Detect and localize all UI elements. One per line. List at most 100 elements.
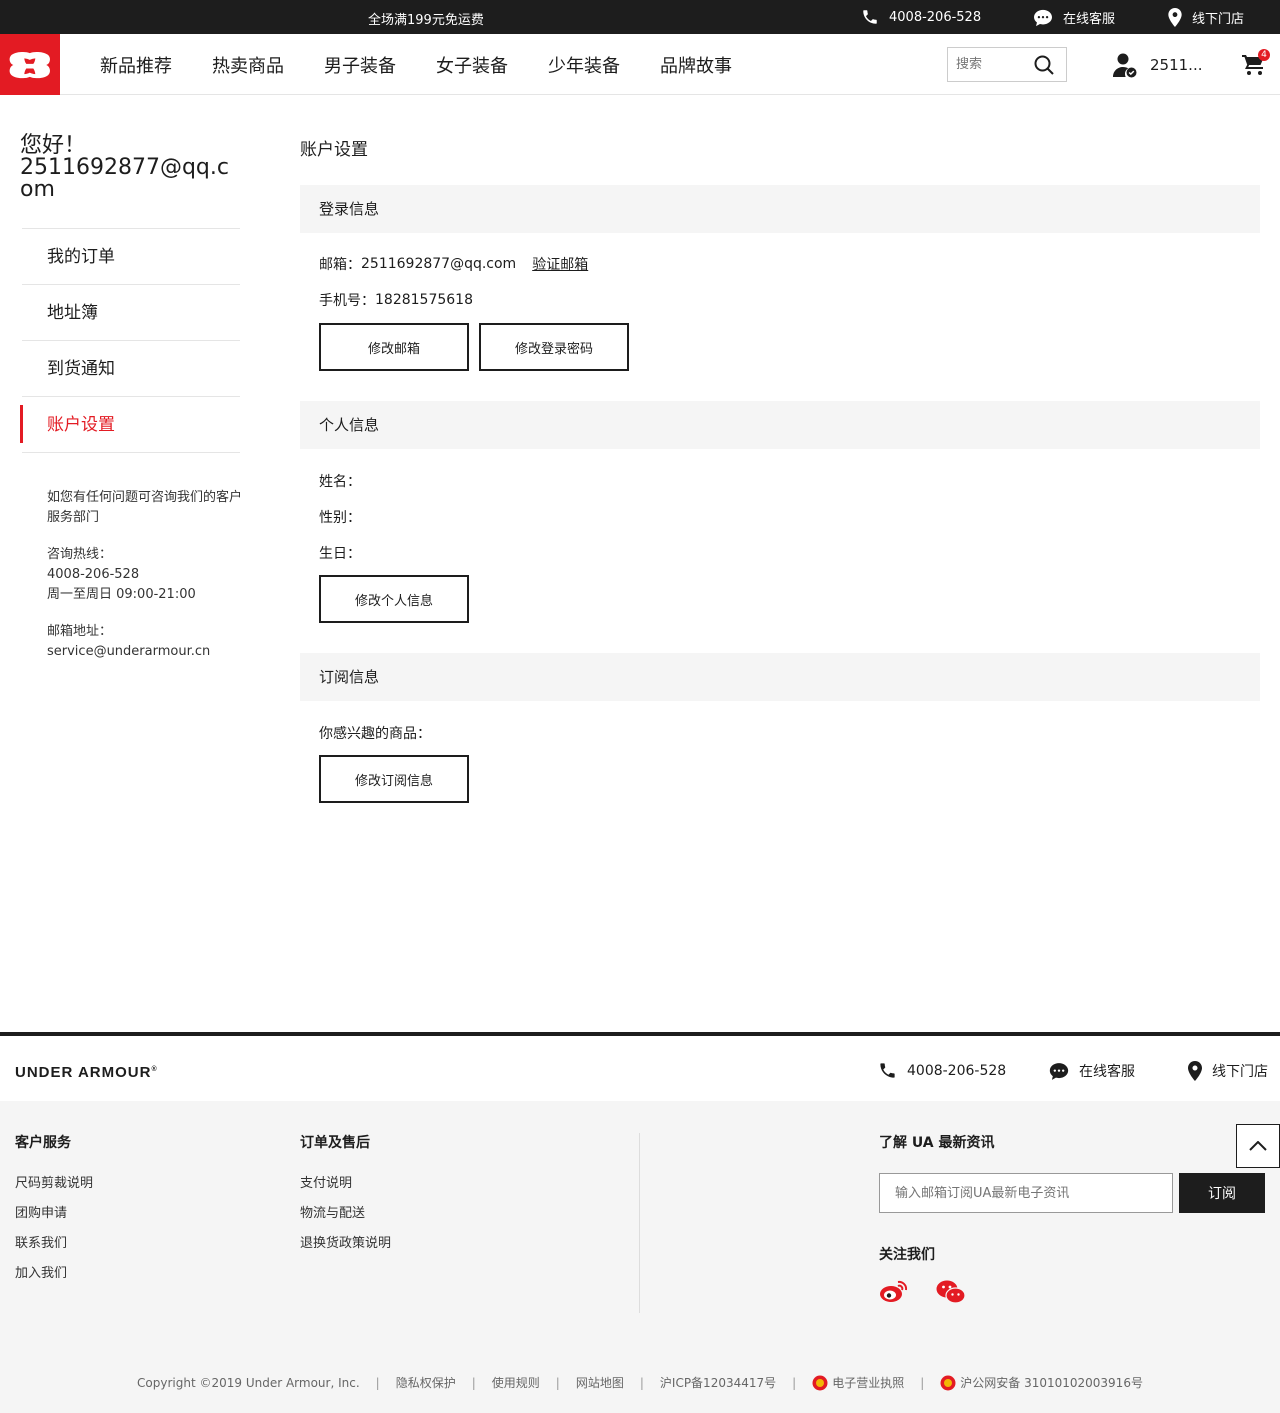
user-greeting: 您好！ 2511692877@qq.com: [20, 135, 240, 201]
edit-personal-info-button[interactable]: 修改个人信息: [319, 575, 469, 623]
copyright-bar: Copyright ©2019 Under Armour, Inc. | 隐私权…: [0, 1374, 1280, 1391]
edit-subscription-button[interactable]: 修改订阅信息: [319, 755, 469, 803]
footer-online-service-label: 在线客服: [1079, 1064, 1135, 1080]
topbar-stores-label: 线下门店: [1192, 12, 1245, 27]
nav-links: 新品推荐 热卖商品 男子装备 女子装备 少年装备 品牌故事: [100, 52, 732, 78]
topbar-online-service-label: 在线客服: [1063, 12, 1116, 27]
newsletter-title: 了解 UA 最新资讯: [879, 1135, 995, 1151]
subscribe-button[interactable]: 订阅: [1179, 1173, 1265, 1213]
footer-stores[interactable]: 线下门店: [1188, 1061, 1268, 1081]
verify-email-link[interactable]: 验证邮箱: [532, 254, 588, 274]
main-nav: 新品推荐 热卖商品 男子装备 女子装备 少年装备 品牌故事 2511... 4: [0, 34, 1280, 95]
gender-label: 性别：: [319, 510, 361, 526]
back-to-top-button[interactable]: [1236, 1124, 1280, 1168]
user-name[interactable]: 2511...: [1150, 56, 1202, 74]
footer-link-public-security[interactable]: 沪公网安备 31010102003916号: [940, 1374, 1143, 1391]
search-input[interactable]: [948, 48, 1028, 81]
email-value: 2511692877@qq.com: [361, 256, 517, 272]
footer-link-sitemap[interactable]: 网站地图: [576, 1374, 624, 1391]
phone-icon: [880, 1063, 895, 1078]
birthday-label: 生日：: [319, 546, 361, 562]
account-side-menu: 我的订单 地址簿 到货通知 账户设置: [20, 228, 240, 453]
topbar-online-service[interactable]: 在线客服: [1033, 8, 1115, 27]
sidebar-item-account-settings[interactable]: 账户设置: [20, 397, 240, 453]
help-text: 如您有任何问题可咨询我们的客户服务部门: [47, 490, 243, 525]
footer-col-orders: 订单及售后 支付说明 物流与配送 退换货政策说明: [300, 1132, 391, 1262]
footer-link-icp[interactable]: 沪ICP备12034417号: [660, 1374, 776, 1391]
footer-divider: [639, 1133, 640, 1313]
wechat-icon: [936, 1280, 966, 1304]
phone-field: 手机号： 18281575618: [319, 290, 473, 310]
wechat-link[interactable]: [936, 1279, 966, 1309]
registered-mark: ®: [151, 1066, 158, 1073]
footer-link-group-buy[interactable]: 团购申请: [15, 1202, 93, 1232]
footer-link-shipping[interactable]: 物流与配送: [300, 1202, 391, 1232]
sidebar-item-address-book[interactable]: 地址簿: [22, 285, 240, 341]
footer-col-title: 订单及售后: [300, 1135, 370, 1151]
separator: |: [792, 1375, 797, 1390]
footer-col-title: 客户服务: [15, 1135, 71, 1151]
nav-item-youth[interactable]: 少年装备: [548, 52, 620, 78]
weibo-icon: [880, 1280, 908, 1302]
separator: |: [471, 1375, 476, 1390]
cart-button[interactable]: 4: [1242, 49, 1270, 80]
newsletter-email-input[interactable]: [879, 1173, 1173, 1213]
user-account[interactable]: 2511...: [1112, 52, 1202, 78]
nav-item-hot[interactable]: 热卖商品: [212, 52, 284, 78]
footer-main: 客户服务 尺码剪裁说明 团购申请 联系我们 加入我们 订单及售后 支付说明 物流…: [0, 1101, 1280, 1413]
footer-link-business-license[interactable]: 电子营业执照: [812, 1374, 904, 1391]
footer-online-service[interactable]: 在线客服: [1049, 1061, 1135, 1081]
email-field: 邮箱： 2511692877@qq.com 验证邮箱: [319, 254, 588, 274]
nav-item-women[interactable]: 女子装备: [436, 52, 508, 78]
sidebar-item-orders[interactable]: 我的订单: [22, 229, 240, 285]
topbar-phone[interactable]: 4008-206-528: [861, 8, 981, 26]
mail-label: 邮箱地址：: [47, 624, 113, 639]
chevron-up-icon: [1249, 1141, 1267, 1151]
email-label: 邮箱：: [319, 257, 361, 273]
change-password-button[interactable]: 修改登录密码: [479, 323, 629, 371]
weibo-link[interactable]: [879, 1279, 909, 1307]
sidebar-item-arrival-notice[interactable]: 到货通知: [22, 341, 240, 397]
search-box: [947, 47, 1067, 82]
ua-logo[interactable]: [0, 34, 60, 95]
nav-item-new[interactable]: 新品推荐: [100, 52, 172, 78]
customer-service-info: 如您有任何问题可咨询我们的客户服务部门 咨询热线： 4008-206-528 周…: [47, 488, 242, 679]
police-emblem-icon: [940, 1375, 956, 1390]
interest-label: 你感兴趣的商品：: [319, 726, 431, 742]
footer-link-privacy[interactable]: 隐私权保护: [396, 1374, 456, 1391]
footer-link-terms[interactable]: 使用规则: [492, 1374, 540, 1391]
newsletter: 了解 UA 最新资讯 订阅: [879, 1132, 1265, 1213]
separator: |: [555, 1375, 560, 1390]
greeting-text: 您好！: [20, 133, 87, 158]
business-license-label: 电子营业执照: [832, 1376, 905, 1390]
footer-phone-number: 4008-206-528: [907, 1062, 1007, 1079]
search-icon[interactable]: [1034, 55, 1054, 75]
footer-link-size-guide[interactable]: 尺码剪裁说明: [15, 1172, 93, 1202]
footer-link-payment[interactable]: 支付说明: [300, 1172, 391, 1202]
topbar-stores[interactable]: 线下门店: [1168, 8, 1244, 27]
footer-link-join[interactable]: 加入我们: [15, 1262, 93, 1292]
login-info-heading: 登录信息: [300, 185, 1260, 233]
change-email-button[interactable]: 修改邮箱: [319, 323, 469, 371]
nav-item-brand-story[interactable]: 品牌故事: [660, 52, 732, 78]
location-pin-icon: [1168, 8, 1182, 27]
footer-stores-label: 线下门店: [1212, 1064, 1268, 1080]
phone-icon: [863, 10, 877, 24]
hotline-label: 咨询热线：: [47, 547, 113, 562]
footer-logo[interactable]: UNDER ARMOUR®: [15, 1064, 158, 1081]
ua-logo-icon: [9, 51, 50, 78]
nav-item-men[interactable]: 男子装备: [324, 52, 396, 78]
emblem-icon: [812, 1375, 828, 1390]
footer-phone[interactable]: 4008-206-528: [878, 1061, 1006, 1080]
promo-text: 全场满199元免运费: [368, 13, 484, 28]
copyright-text: Copyright ©2019 Under Armour, Inc.: [137, 1375, 360, 1390]
user-verified-icon: [1113, 53, 1137, 78]
name-label: 姓名：: [319, 474, 361, 490]
separator: |: [375, 1375, 380, 1390]
follow-us-title: 关注我们: [879, 1247, 935, 1263]
public-security-label: 沪公网安备 31010102003916号: [960, 1376, 1143, 1390]
footer-link-contact[interactable]: 联系我们: [15, 1232, 93, 1262]
greeting-email: 2511692877@qq.com: [20, 155, 229, 202]
footer-link-returns[interactable]: 退换货政策说明: [300, 1232, 391, 1262]
chat-icon: [1034, 9, 1052, 26]
